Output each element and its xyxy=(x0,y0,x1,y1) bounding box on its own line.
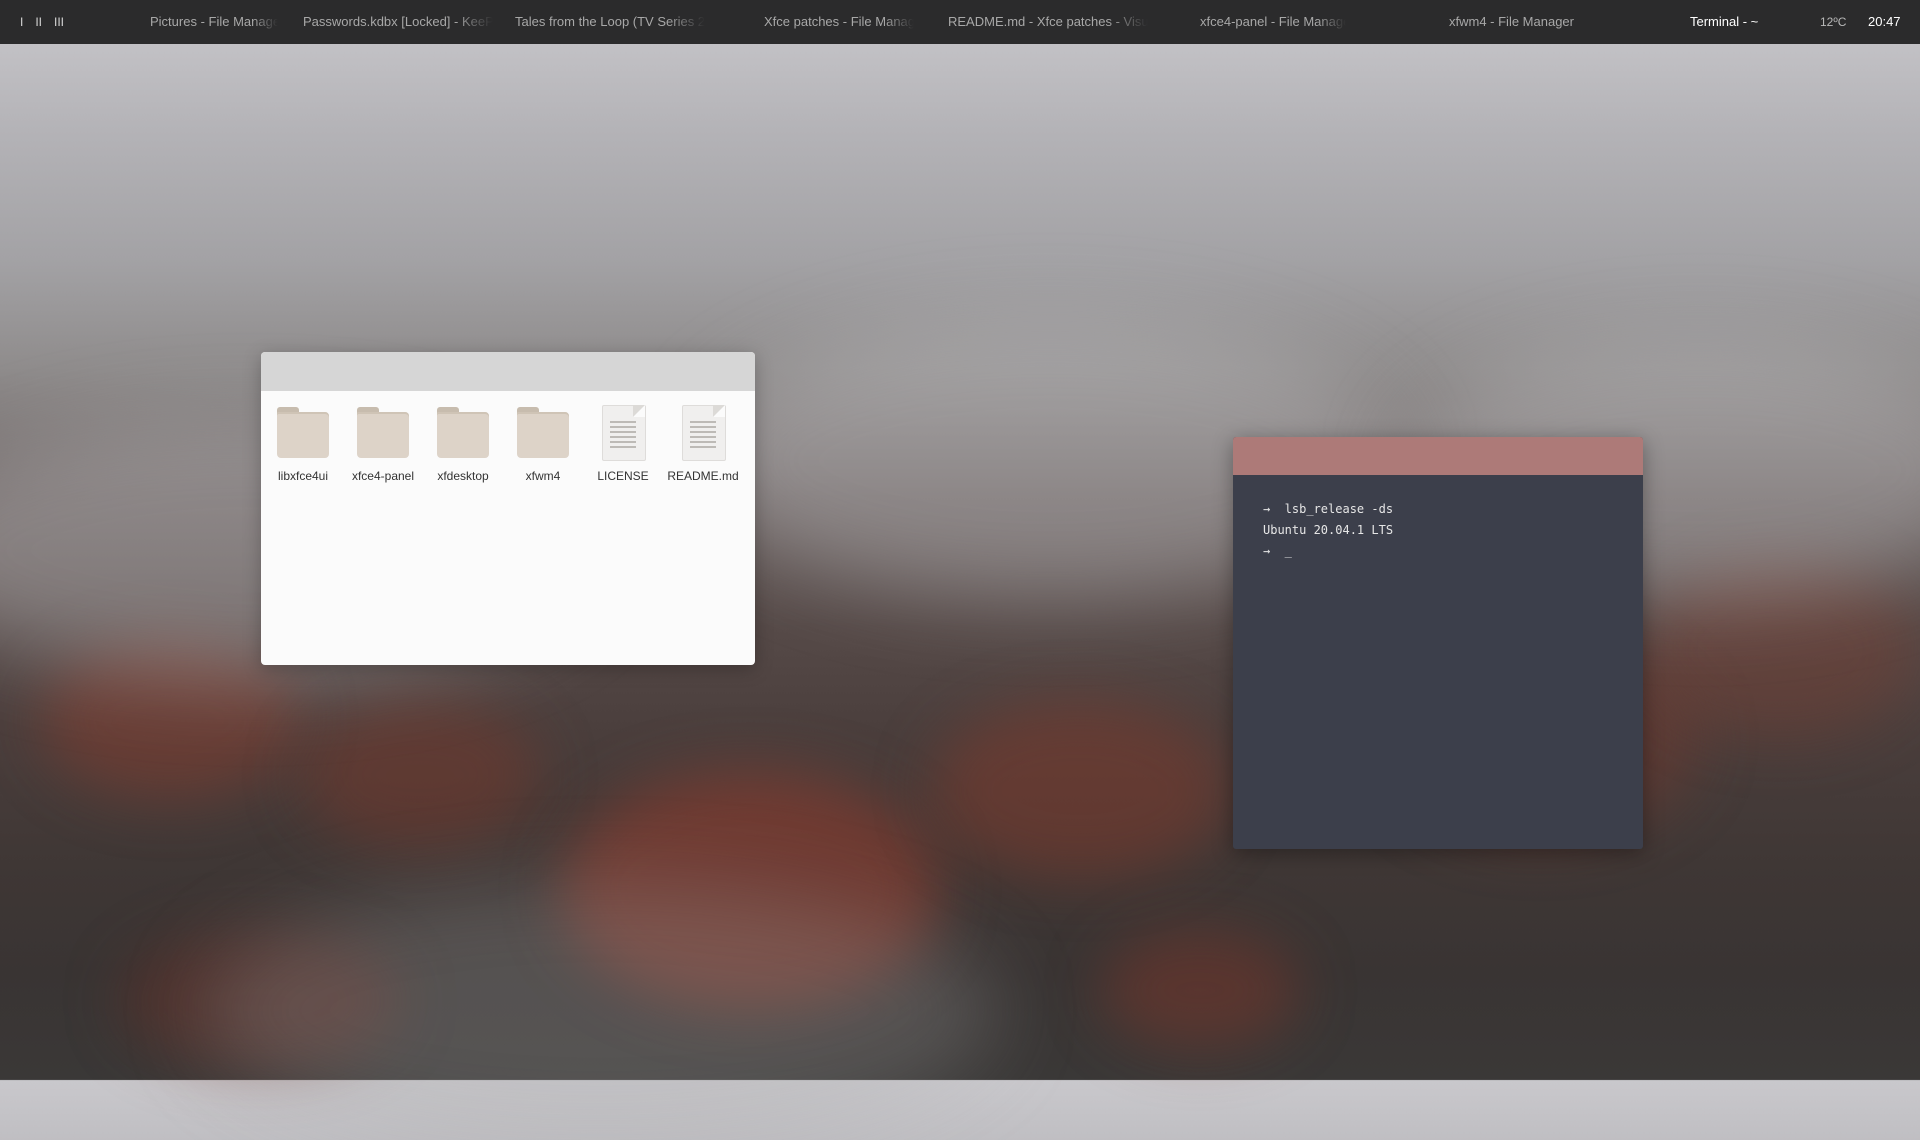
file-item[interactable]: README.md xyxy=(664,405,742,483)
folder-item[interactable]: xfdesktop xyxy=(424,405,502,483)
clock[interactable]: 20:47 xyxy=(1868,0,1901,44)
workspace-3[interactable]: III xyxy=(54,15,64,29)
task-xfwm4-file-manager[interactable]: xfwm4 - File Manager xyxy=(1449,0,1609,44)
task-readme-vscode[interactable]: README.md - Xfce patches - Visual Studio… xyxy=(948,0,1148,44)
item-label: xfce4-panel xyxy=(351,469,415,483)
file-item[interactable]: LICENSE xyxy=(584,405,662,483)
file-manager-titlebar[interactable] xyxy=(261,352,755,391)
workspace-2[interactable]: II xyxy=(35,15,42,29)
task-keepassxc[interactable]: Passwords.kdbx [Locked] - KeePassXC xyxy=(303,0,493,44)
terminal-output-line: Ubuntu 20.04.1 LTS xyxy=(1263,523,1394,537)
task-tales-from-the-loop[interactable]: Tales from the Loop (TV Series 2020) xyxy=(515,0,705,44)
terminal-titlebar[interactable] xyxy=(1233,437,1643,475)
task-xfce-patches-file-manager[interactable]: Xfce patches - File Manager xyxy=(764,0,914,44)
task-xfce4-panel-file-manager[interactable]: xfce4-panel - File Manager xyxy=(1200,0,1346,44)
terminal-window[interactable]: → lsb_release -ds Ubuntu 20.04.1 LTS → _ xyxy=(1233,437,1643,849)
file-grid: libxfce4ui xfce4-panel xfdesktop xfwm4 L… xyxy=(261,391,755,665)
folder-icon xyxy=(356,405,410,459)
file-manager-window: libxfce4ui xfce4-panel xfdesktop xfwm4 L… xyxy=(261,352,755,665)
folder-item[interactable]: libxfce4ui xyxy=(264,405,342,483)
item-label: LICENSE xyxy=(597,469,649,483)
workspace-1[interactable]: I xyxy=(20,15,23,29)
text-file-icon xyxy=(676,405,730,461)
task-list: Pictures - File Manager Passwords.kdbx [… xyxy=(120,0,1920,44)
folder-item[interactable]: xfce4-panel xyxy=(344,405,422,483)
folder-icon xyxy=(436,405,490,459)
top-panel: I II III Pictures - File Manager Passwor… xyxy=(0,0,1920,44)
terminal-prompt[interactable]: → _ xyxy=(1263,541,1643,562)
item-label: xfdesktop xyxy=(437,469,489,483)
item-label: README.md xyxy=(667,469,739,483)
folder-icon xyxy=(276,405,330,459)
item-label: xfwm4 xyxy=(525,469,561,483)
task-terminal[interactable]: Terminal - ~ xyxy=(1690,0,1790,44)
text-file-icon xyxy=(596,405,650,461)
terminal-command-line: → lsb_release -ds xyxy=(1263,502,1394,516)
terminal-output[interactable]: → lsb_release -ds Ubuntu 20.04.1 LTS → _ xyxy=(1233,475,1643,562)
folder-item[interactable]: xfwm4 xyxy=(504,405,582,483)
task-pictures-file-manager[interactable]: Pictures - File Manager xyxy=(150,0,278,44)
workspace-switcher: I II III xyxy=(20,15,120,29)
weather-indicator[interactable]: 12ºC xyxy=(1820,0,1846,44)
folder-icon xyxy=(516,405,570,459)
item-label: libxfce4ui xyxy=(277,469,329,483)
